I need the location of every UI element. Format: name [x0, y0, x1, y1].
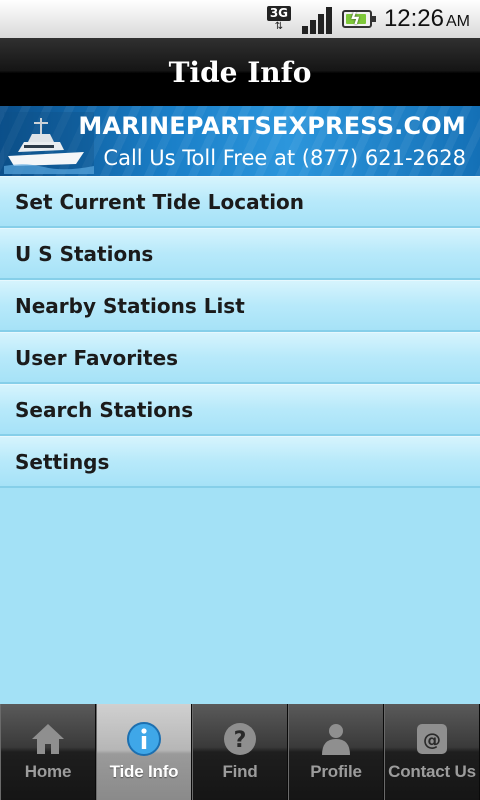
tab-contact-us[interactable]: @ Contact Us [384, 704, 480, 800]
menu-item-label: Nearby Stations List [15, 293, 245, 318]
menu-list: Set Current Tide Location U S Stations N… [0, 176, 480, 488]
clock-time: 12:26 [383, 5, 444, 32]
clock-ampm: AM [446, 13, 470, 30]
menu-item-nearby-stations-list[interactable]: Nearby Stations List [0, 280, 480, 332]
info-icon [124, 720, 164, 758]
menu-item-label: Set Current Tide Location [15, 189, 305, 214]
status-clock: 12:26 AM [384, 5, 470, 33]
page-title: Tide Info [168, 55, 312, 89]
tab-find[interactable]: ? Find [192, 704, 288, 800]
banner-phone: Call Us Toll Free at (877) 621-2628 [103, 146, 466, 170]
tab-profile[interactable]: Profile [288, 704, 384, 800]
svg-text:@: @ [423, 730, 441, 751]
home-icon [28, 720, 68, 758]
title-bar: Tide Info [0, 38, 480, 106]
tab-tide-info[interactable]: Tide Info [96, 704, 192, 800]
tab-label: Contact Us [388, 762, 476, 781]
menu-item-label: Search Stations [15, 397, 194, 422]
at-sign-icon: @ [412, 720, 452, 758]
person-icon [316, 720, 356, 758]
battery-charging-icon: ϟ [341, 8, 376, 30]
menu-item-label: User Favorites [15, 345, 179, 370]
banner-title: MARINEPARTSEXPRESS.COM [78, 112, 466, 140]
tab-label: Home [24, 762, 72, 781]
tab-label: Profile [310, 762, 362, 781]
signal-icon [301, 4, 334, 34]
question-icon: ? [220, 720, 260, 758]
menu-item-label: Settings [15, 449, 110, 474]
svg-text:?: ? [234, 728, 247, 753]
3g-data-icon: 3G ⇅ [264, 4, 294, 34]
menu-item-set-current-tide-location[interactable]: Set Current Tide Location [0, 176, 480, 228]
status-bar: 3G ⇅ ϟ 12:26 AM [0, 0, 480, 38]
tab-label: Find [222, 762, 258, 781]
menu-item-us-stations[interactable]: U S Stations [0, 228, 480, 280]
banner-ad[interactable]: MARINEPARTSEXPRESS.COM Call Us Toll Free… [0, 106, 480, 176]
menu-item-settings[interactable]: Settings [0, 436, 480, 488]
menu-item-label: U S Stations [15, 241, 154, 266]
tab-label: Tide Info [109, 762, 179, 781]
menu-item-search-stations[interactable]: Search Stations [0, 384, 480, 436]
menu-item-user-favorites[interactable]: User Favorites [0, 332, 480, 384]
tab-home[interactable]: Home [0, 704, 96, 800]
network-type-label: 3G [266, 6, 292, 21]
tab-bar: Home Tide Info ? Find Profile @ Contact … [0, 704, 480, 800]
